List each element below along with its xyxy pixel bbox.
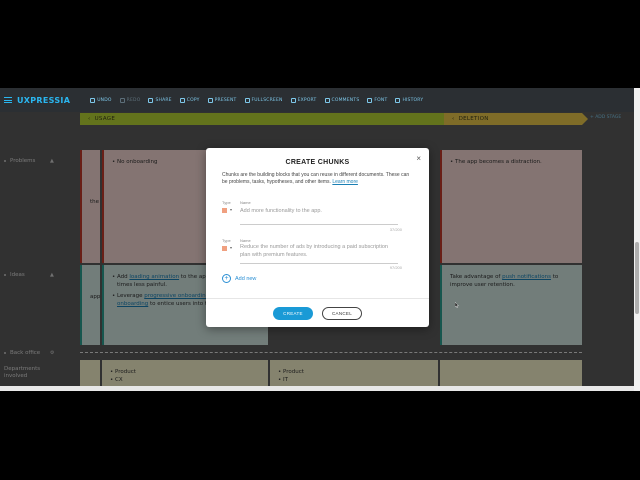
chunk-name-input[interactable]: Reduce the number of ads by introducing … <box>240 243 398 259</box>
vertical-scrollbar[interactable] <box>634 88 640 391</box>
brand-logo[interactable]: UXPRESSIA <box>4 96 70 105</box>
present-button[interactable]: PRESENT <box>207 97 237 103</box>
fullscreen-button[interactable]: FULLSCREEN <box>244 97 283 103</box>
scrollbar-thumb[interactable] <box>635 242 639 314</box>
dialog-title: CREATE CHUNKS <box>285 159 350 166</box>
input-underline <box>240 263 398 264</box>
type-color-swatch[interactable] <box>222 246 227 251</box>
create-button[interactable]: CREATE <box>273 307 313 320</box>
dialog-description: Chunks are the building blocks that you … <box>222 172 410 185</box>
redo-button[interactable]: REDO <box>119 97 141 103</box>
copy-icon <box>179 97 185 103</box>
export-button[interactable]: EXPORT <box>290 97 317 103</box>
close-icon[interactable]: × <box>416 154 421 163</box>
plus-icon: + <box>222 274 231 283</box>
type-color-swatch[interactable] <box>222 208 227 213</box>
chevron-down-icon[interactable]: ▾ <box>230 245 232 250</box>
undo-button[interactable]: UNDO <box>90 97 111 103</box>
chunk-name-input[interactable]: Add more functionality to the app. <box>240 207 398 215</box>
chunk-row: Type Name ▾ Reduce the number of ads by … <box>222 238 402 270</box>
menu-icon[interactable] <box>4 97 12 103</box>
create-chunks-dialog: CREATE CHUNKS × Chunks are the building … <box>206 148 429 327</box>
export-icon <box>290 97 296 103</box>
share-button[interactable]: SHARE <box>148 97 172 103</box>
horizontal-scrollbar[interactable] <box>0 386 634 391</box>
toolbar-actions: UNDO REDO SHARE COPY PRESENT FULLSCREEN … <box>90 97 431 103</box>
share-icon <box>148 97 154 103</box>
copy-button[interactable]: COPY <box>179 97 200 103</box>
input-underline <box>240 224 398 225</box>
char-counter: 97/200 <box>389 265 402 270</box>
brand-name: UXPRESSIA <box>17 95 71 105</box>
mouse-cursor-icon <box>455 302 459 308</box>
char-counter: 37/200 <box>389 227 402 232</box>
font-button[interactable]: FONT <box>367 97 387 103</box>
font-icon <box>367 97 373 103</box>
history-icon <box>395 97 401 103</box>
history-button[interactable]: HISTORY <box>395 97 423 103</box>
add-new-button[interactable]: + Add new <box>222 274 256 283</box>
undo-icon <box>90 97 96 103</box>
chunk-row: Type Name ▾ Add more functionality to th… <box>222 200 402 232</box>
top-toolbar: UXPRESSIA UNDO REDO SHARE COPY PRESENT F… <box>0 88 634 112</box>
cancel-button[interactable]: CANCEL <box>322 307 362 320</box>
present-icon <box>207 97 213 103</box>
redo-icon <box>119 97 125 103</box>
dialog-footer-divider <box>206 298 429 299</box>
comments-icon <box>324 97 330 103</box>
chevron-down-icon[interactable]: ▾ <box>230 207 232 212</box>
comments-button[interactable]: COMMENTS <box>324 97 360 103</box>
learn-more-link[interactable]: Learn more <box>332 179 358 185</box>
fullscreen-icon <box>244 97 250 103</box>
